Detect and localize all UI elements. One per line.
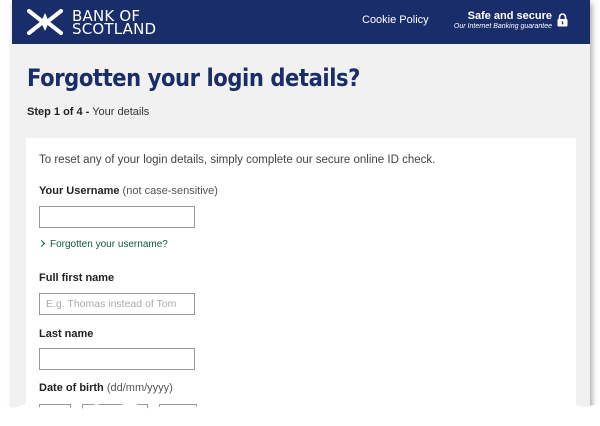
forgotten-username-link[interactable]: Forgotten your username? (37, 239, 168, 250)
page-frame: BANK OF SCOTLAND Cookie Policy Safe and … (12, 0, 590, 410)
first-name-input[interactable] (39, 293, 195, 315)
first-name-label: Full first name (39, 272, 115, 284)
username-input[interactable] (39, 206, 195, 228)
safe-title: Safe and secure (467, 10, 552, 22)
dob-hint: (dd/mm/yyyy) (103, 382, 173, 394)
last-name-label: Last name (39, 328, 94, 340)
step-description: Your details (89, 106, 150, 118)
id-check-form: To reset any of your login details, simp… (26, 138, 576, 410)
username-label: Your Username (not case-sensitive) (39, 185, 218, 197)
safe-subtitle: Our Internet Banking guarantee (453, 23, 552, 30)
page-title: Forgotten your login details? (27, 64, 360, 92)
step-number: Step 1 of 4 - (27, 106, 90, 118)
username-hint: (not case-sensitive) (119, 185, 218, 197)
form-intro: To reset any of your login details, simp… (39, 154, 436, 166)
saltire-logo-icon (27, 9, 63, 35)
username-label-text: Your Username (39, 185, 120, 197)
bank-logo[interactable]: BANK OF SCOTLAND (26, 7, 166, 37)
step-indicator: Step 1 of 4 - Your details (27, 106, 149, 118)
cookie-policy-link[interactable]: Cookie Policy (362, 14, 429, 26)
torn-paper-edge (0, 402, 600, 426)
dob-label-text: Date of birth (39, 382, 104, 394)
safe-and-secure-link[interactable]: Safe and secure Our Internet Banking gua… (444, 10, 552, 31)
top-header-bar: BANK OF SCOTLAND Cookie Policy Safe and … (12, 0, 590, 44)
last-name-input[interactable] (39, 348, 195, 370)
forgotten-username-text: Forgotten your username? (50, 239, 168, 250)
brand-name: BANK OF SCOTLAND (72, 9, 157, 38)
chevron-right-icon (37, 239, 46, 248)
brand-line-2: SCOTLAND (72, 20, 157, 38)
date-of-birth-label: Date of birth (dd/mm/yyyy) (39, 382, 173, 394)
padlock-icon (557, 13, 568, 27)
